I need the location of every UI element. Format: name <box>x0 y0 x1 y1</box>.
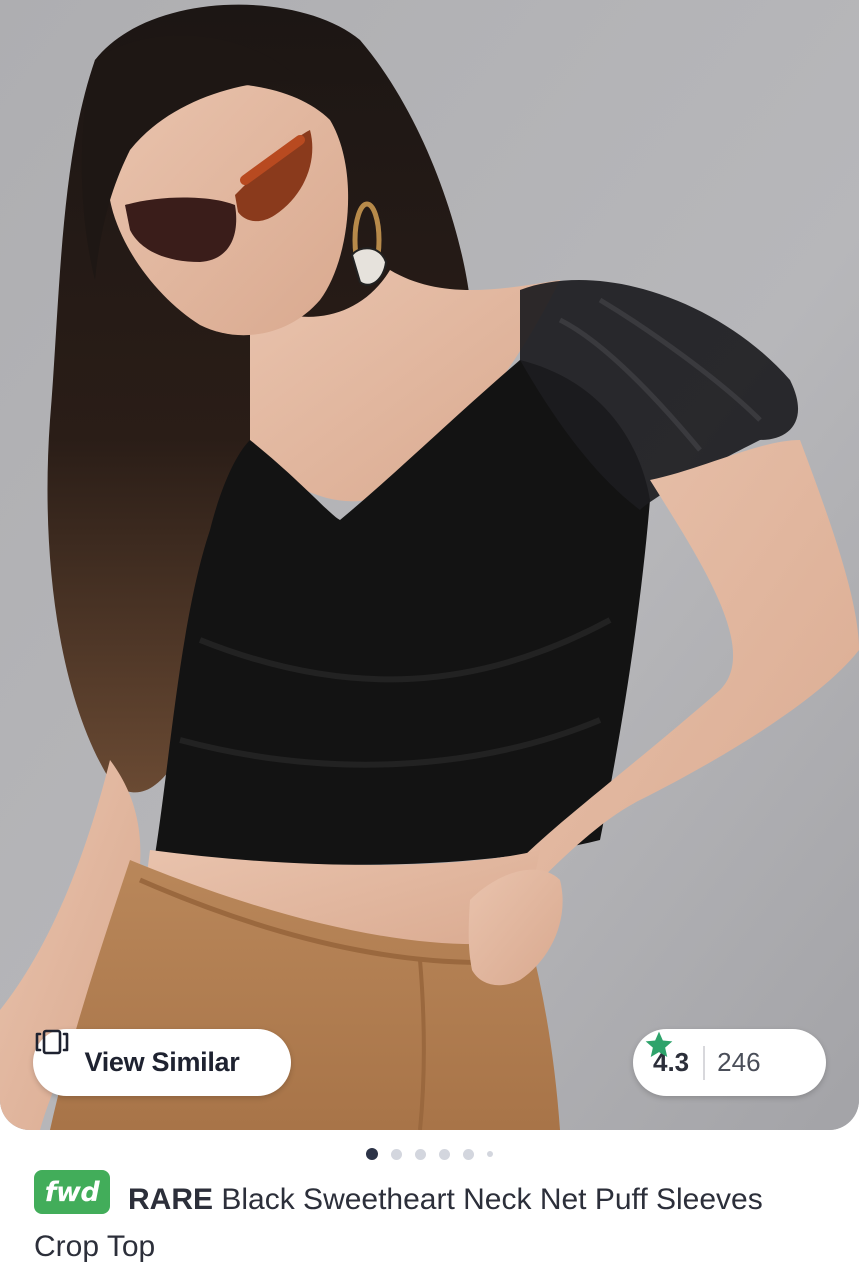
carousel-indicator <box>0 1146 859 1162</box>
carousel-dot[interactable] <box>391 1148 402 1160</box>
rating-divider <box>703 1045 706 1080</box>
rating-count: 246 <box>717 1047 761 1077</box>
star-icon <box>645 1031 673 1057</box>
rating-badge[interactable]: 4.3 246 <box>633 1029 826 1096</box>
carousel-dot[interactable] <box>415 1148 426 1160</box>
view-similar-label: View Similar <box>84 1047 240 1077</box>
carousel-dot[interactable] <box>439 1148 450 1160</box>
product-photo-illustration <box>0 0 859 1130</box>
carousel-dot-more <box>487 1151 493 1157</box>
similar-cards-icon <box>35 1029 69 1055</box>
product-card[interactable]: View Similar 4.3 246 fwd RARE Black Swee… <box>0 0 859 1280</box>
carousel-dot-active[interactable] <box>366 1148 378 1160</box>
carousel-dot[interactable] <box>463 1148 474 1160</box>
view-similar-button[interactable]: View Similar <box>33 1029 291 1096</box>
product-title[interactable]: RARE Black Sweetheart Neck Net Puff Slee… <box>34 1176 824 1270</box>
product-image[interactable]: View Similar 4.3 246 <box>0 0 859 1130</box>
brand-name: RARE <box>128 1183 214 1216</box>
